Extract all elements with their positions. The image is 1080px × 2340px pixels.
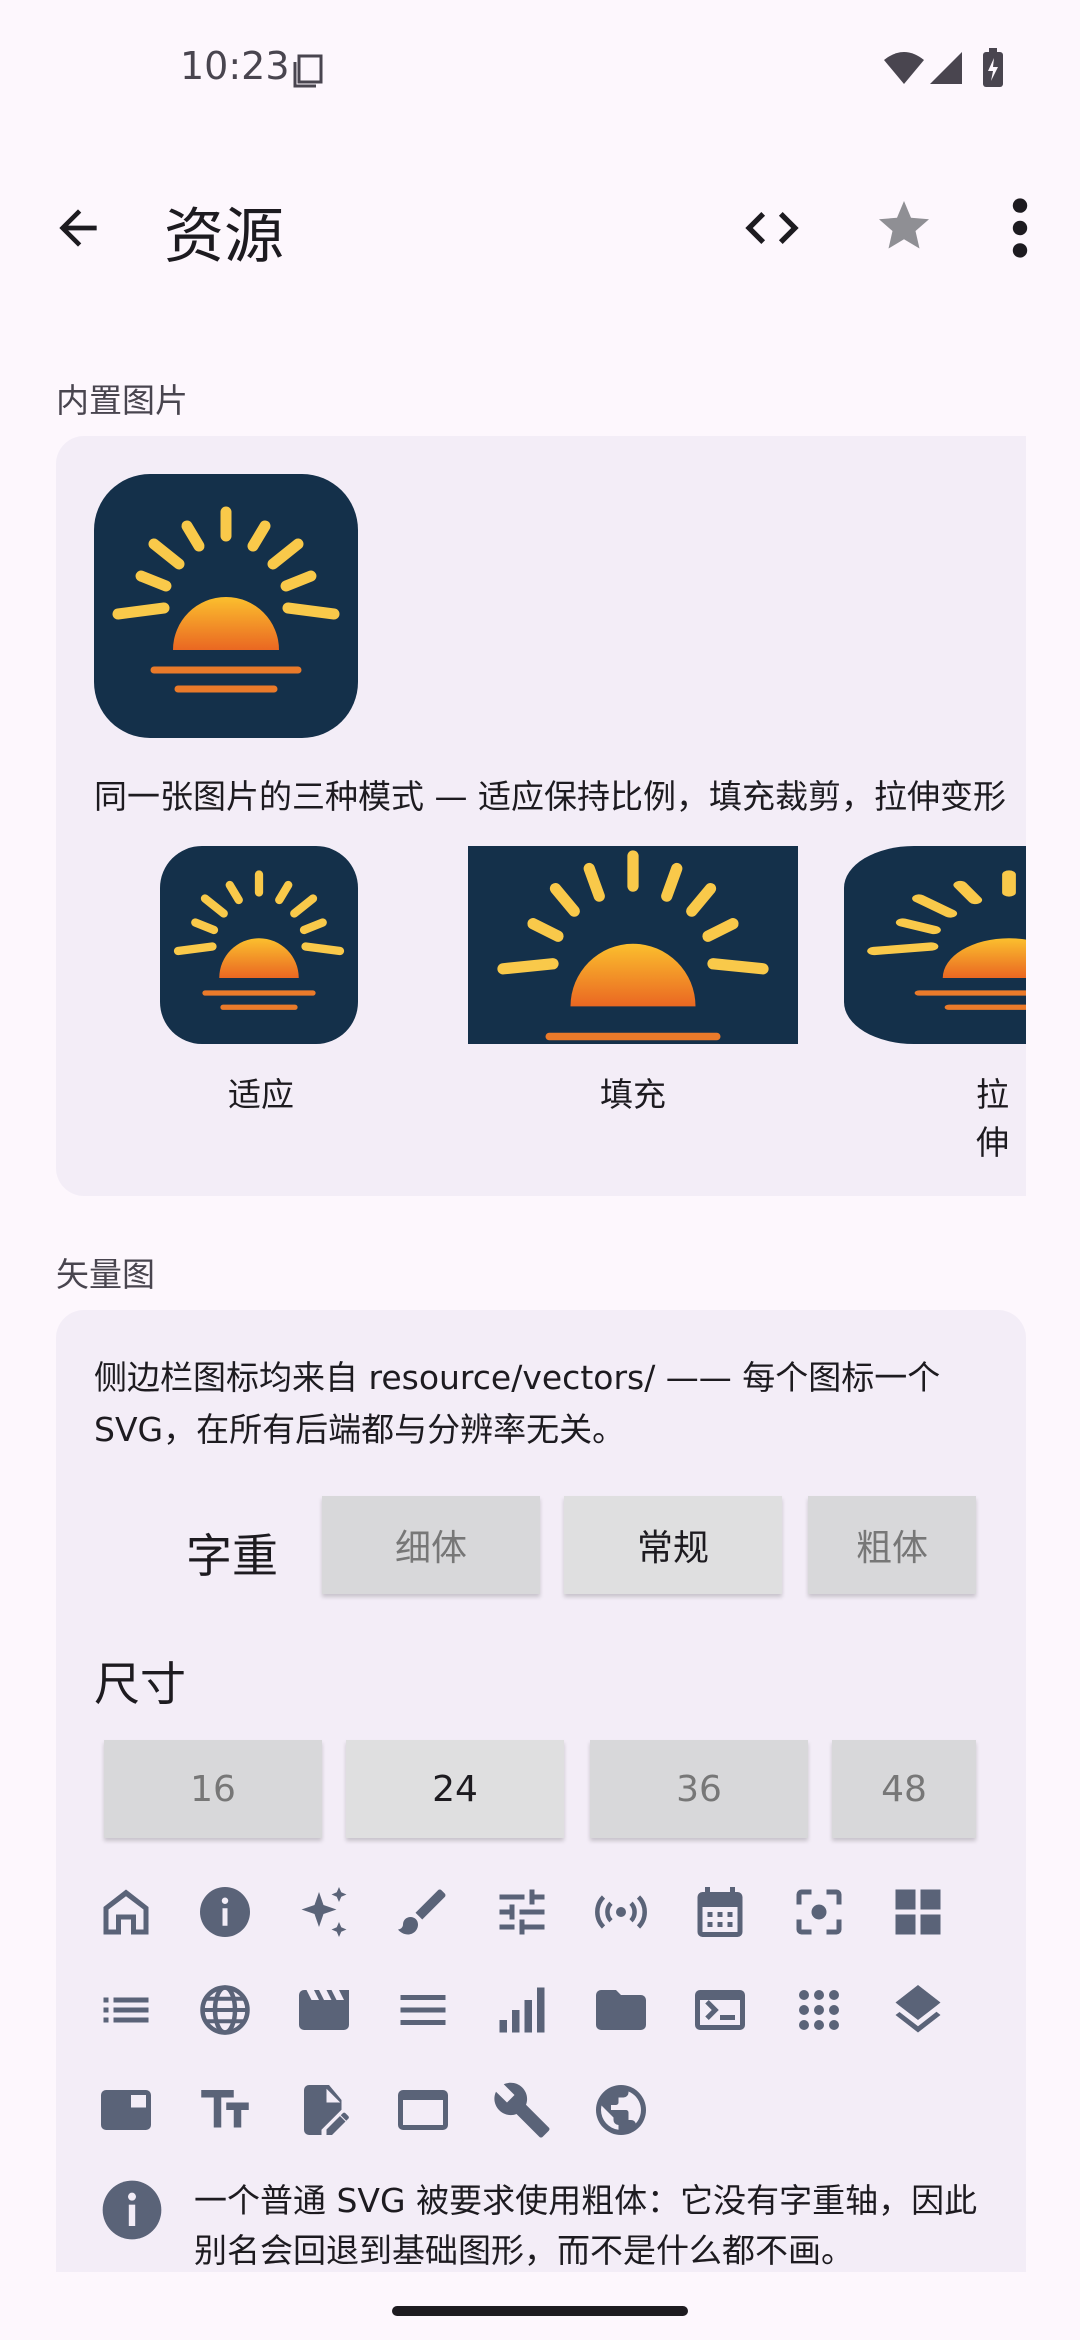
- cellular-signal-icon: [930, 52, 962, 84]
- mode-label-fit: 适应: [228, 1075, 294, 1114]
- folder-icon: [591, 1980, 651, 2040]
- fill-mode-image: [468, 846, 798, 1044]
- app-bar: 资源: [0, 160, 1080, 290]
- battery-charging-icon: [983, 48, 1003, 87]
- terminal-icon: [690, 1980, 750, 2040]
- info-icon: [195, 1882, 255, 1942]
- weight-bold-button[interactable]: 粗体: [808, 1496, 976, 1594]
- home-icon: [96, 1882, 156, 1942]
- builtin-images-card: 同一张图片的三种模式 — 适应保持比例，填充裁剪，拉伸变形 适应 填充 拉伸: [56, 436, 1026, 1196]
- movie-icon: [294, 1980, 354, 2040]
- window-panel-icon: [96, 2080, 156, 2140]
- dashboard-icon: [888, 1882, 948, 1942]
- weight-thin-button[interactable]: 细体: [322, 1496, 540, 1594]
- apps-grid-icon: [789, 1980, 849, 2040]
- status-time: 10:23: [180, 44, 290, 88]
- star-icon[interactable]: [874, 196, 934, 256]
- gesture-nav-handle[interactable]: [392, 2306, 688, 2316]
- size-16-button[interactable]: 16: [104, 1740, 322, 1838]
- mode-label-stretch: 拉伸: [976, 1075, 1009, 1162]
- mode-label-fill: 填充: [600, 1075, 666, 1114]
- modes-caption: 同一张图片的三种模式 — 适应保持比例，填充裁剪，拉伸变形: [94, 777, 1006, 816]
- vectors-description: 侧边栏图标均来自 resource/vectors/ —— 每个图标一个 SVG…: [94, 1358, 941, 1449]
- size-36-button[interactable]: 36: [590, 1740, 808, 1838]
- tune-icon: [492, 1882, 552, 1942]
- section-label-vectors: 矢量图: [56, 1255, 155, 1294]
- back-arrow-icon[interactable]: [50, 200, 106, 256]
- menu-icon: [393, 1980, 453, 2040]
- layers-icon: [888, 1980, 948, 2040]
- page-title: 资源: [164, 202, 284, 272]
- sim-card-icon: [293, 54, 323, 88]
- info-note-icon: [102, 2180, 162, 2240]
- status-bar: 10:23: [0, 0, 1080, 140]
- broadcast-icon: [591, 1882, 651, 1942]
- more-vert-icon[interactable]: [1000, 196, 1040, 260]
- sunrise-image: [94, 474, 358, 738]
- weight-label: 字重: [186, 1529, 278, 1583]
- text-size-icon: [195, 2080, 255, 2140]
- browser-window-icon: [393, 2080, 453, 2140]
- globe-icon: [195, 1980, 255, 2040]
- edit-document-icon: [294, 2080, 354, 2140]
- wrench-icon: [492, 2080, 552, 2140]
- size-48-button[interactable]: 48: [832, 1740, 976, 1838]
- list-icon: [96, 1980, 156, 2040]
- bold-fallback-note: 一个普通 SVG 被要求使用粗体：它没有字重轴，因此别名会回退到基础图形，而不是…: [194, 2181, 978, 2270]
- weight-regular-button[interactable]: 常规: [564, 1496, 782, 1594]
- center-focus-icon: [789, 1882, 849, 1942]
- size-label: 尺寸: [94, 1657, 186, 1711]
- size-24-button[interactable]: 24: [346, 1740, 564, 1838]
- fit-mode-image: [160, 846, 358, 1044]
- public-icon: [591, 2080, 651, 2140]
- brush-icon: [393, 1882, 453, 1942]
- vectors-card: 侧边栏图标均来自 resource/vectors/ —— 每个图标一个 SVG…: [56, 1310, 1026, 2340]
- sparkles-icon: [294, 1882, 354, 1942]
- signal-bars-icon: [492, 1980, 552, 2040]
- section-label-builtin: 内置图片: [56, 381, 188, 420]
- stretch-mode-image: [844, 846, 1026, 1044]
- code-icon[interactable]: [740, 196, 804, 260]
- calendar-icon: [690, 1882, 750, 1942]
- wifi-icon: [884, 52, 924, 84]
